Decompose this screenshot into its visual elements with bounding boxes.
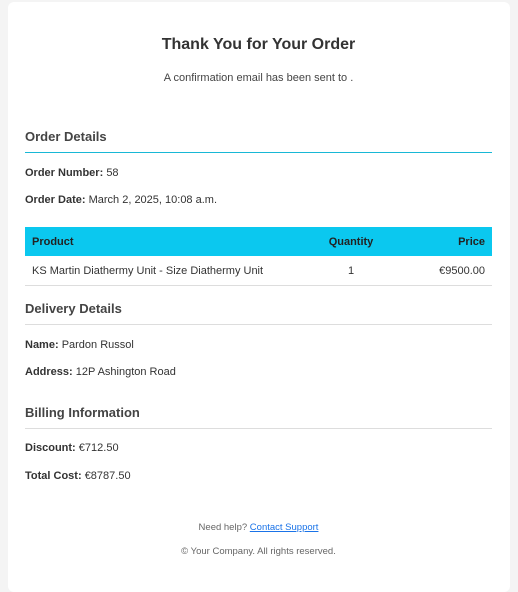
order-confirmation-card: Thank You for Your Order A confirmation … xyxy=(8,2,510,592)
delivery-name-value: Pardon Russol xyxy=(61,339,134,351)
delivery-address-field: Address: 12P Ashington Road xyxy=(25,366,176,378)
order-items-table: Product Quantity Price KS Martin Diather… xyxy=(25,227,492,286)
page-title: Thank You for Your Order xyxy=(161,36,356,53)
total-cost-value: €8787.50 xyxy=(84,470,131,482)
column-header-price: Price xyxy=(403,227,492,256)
item-price-cell: €9500.00 xyxy=(403,256,492,286)
discount-field: Discount: €712.50 xyxy=(25,442,119,454)
delivery-address-label: Address: xyxy=(25,366,73,378)
discount-label: Discount: xyxy=(25,442,76,454)
order-date-value: March 2, 2025, 10:08 a.m. xyxy=(88,194,218,206)
total-cost-label: Total Cost: xyxy=(25,470,82,482)
delivery-address-value: 12P Ashington Road xyxy=(75,366,176,378)
help-text: Need help? xyxy=(198,522,248,533)
delivery-name-label: Name: xyxy=(25,339,59,351)
order-details-heading: Order Details xyxy=(25,129,492,153)
order-number-label: Order Number: xyxy=(25,167,104,179)
column-header-product: Product xyxy=(25,227,299,256)
billing-information-heading: Billing Information xyxy=(25,405,492,429)
contact-support-link[interactable]: Contact Support xyxy=(250,522,319,533)
help-line: Need help? Contact Support xyxy=(25,522,492,533)
order-date-field: Order Date: March 2, 2025, 10:08 a.m. xyxy=(25,194,217,206)
item-quantity-cell: 1 xyxy=(299,256,403,286)
item-product-cell: KS Martin Diathermy Unit - Size Diatherm… xyxy=(25,256,299,286)
delivery-details-heading: Delivery Details xyxy=(25,301,492,325)
order-number-field: Order Number: 58 xyxy=(25,167,119,179)
table-row: KS Martin Diathermy Unit - Size Diatherm… xyxy=(25,256,492,286)
copyright-notice: © Your Company. All rights reserved. xyxy=(181,546,336,557)
discount-value: €712.50 xyxy=(78,442,119,454)
order-date-label: Order Date: xyxy=(25,194,86,206)
delivery-name-field: Name: Pardon Russol xyxy=(25,339,134,351)
table-header-row: Product Quantity Price xyxy=(25,227,492,256)
order-number-value: 58 xyxy=(106,167,119,179)
column-header-quantity: Quantity xyxy=(299,227,403,256)
confirmation-message: A confirmation email has been sent to . xyxy=(163,72,354,84)
total-cost-field: Total Cost: €8787.50 xyxy=(25,470,131,482)
